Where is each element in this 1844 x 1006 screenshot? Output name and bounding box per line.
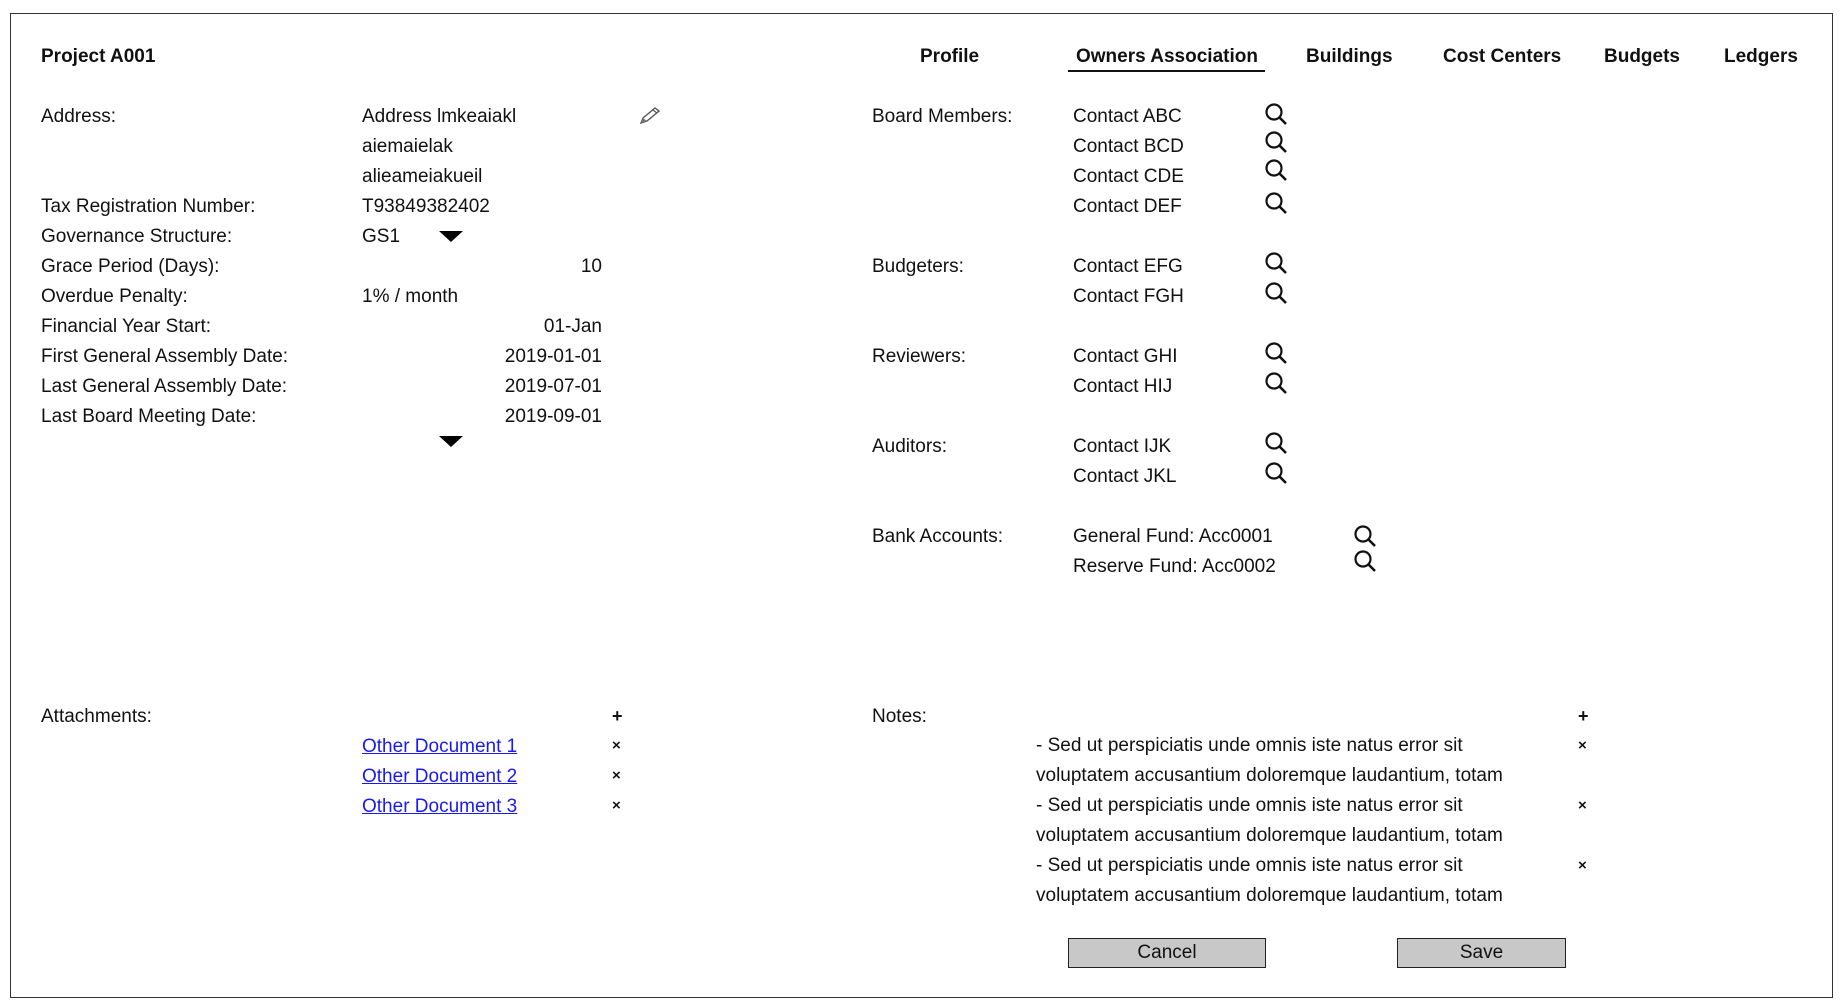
- auditor-2: Contact JKL: [1073, 466, 1177, 487]
- address-line-2: aiemaielak: [362, 136, 453, 157]
- remove-attachment-icon[interactable]: ×: [612, 797, 621, 815]
- search-icon[interactable]: [1263, 281, 1289, 307]
- save-button[interactable]: Save: [1397, 938, 1566, 968]
- page-title: Project A001: [41, 46, 156, 67]
- note-line: voluptatem accusantium doloremque laudan…: [1036, 765, 1503, 786]
- fy-label: Financial Year Start:: [41, 316, 212, 337]
- budgeter-1: Contact EFG: [1073, 256, 1183, 277]
- auditor-1: Contact IJK: [1073, 436, 1172, 457]
- active-tab-underline: [1068, 70, 1265, 72]
- search-icon[interactable]: [1263, 251, 1289, 277]
- auditors-label: Auditors:: [872, 436, 947, 457]
- address-line-1: Address lmkeaiakl: [362, 106, 517, 127]
- reviewers-label: Reviewers:: [872, 346, 966, 367]
- board-member-2: Contact BCD: [1073, 136, 1184, 157]
- last-ga-value: 2019-07-01: [504, 376, 602, 397]
- board-member-4: Contact DEF: [1073, 196, 1182, 217]
- pencil-icon[interactable]: [638, 106, 662, 126]
- cancel-button[interactable]: Cancel: [1068, 938, 1266, 968]
- governance-value[interactable]: GS1: [362, 225, 400, 249]
- search-icon[interactable]: [1263, 191, 1289, 217]
- expand-dropdown-icon[interactable]: [439, 436, 463, 447]
- tab-owners-association[interactable]: Owners Association: [1076, 45, 1258, 69]
- search-icon[interactable]: [1263, 158, 1289, 184]
- tab-ledgers[interactable]: Ledgers: [1724, 45, 1798, 69]
- note-line: voluptatem accusantium doloremque laudan…: [1036, 825, 1503, 846]
- tab-budgets[interactable]: Budgets: [1604, 45, 1680, 69]
- note-line: - Sed ut perspiciatis unde omnis iste na…: [1036, 735, 1463, 756]
- first-ga-value: 2019-01-01: [504, 346, 602, 367]
- penalty-value: 1% / month: [362, 286, 459, 307]
- window-frame: [10, 13, 1833, 998]
- address-line-3: alieameiakueil: [362, 166, 483, 187]
- reviewer-1: Contact GHI: [1073, 346, 1178, 367]
- fy-value: 01-Jan: [543, 316, 602, 337]
- penalty-label: Overdue Penalty:: [41, 286, 188, 307]
- grace-label: Grace Period (Days):: [41, 256, 220, 277]
- attachment-link[interactable]: Other Document 2: [362, 765, 517, 789]
- tax-label: Tax Registration Number:: [41, 196, 256, 217]
- last-ga-label: Last General Assembly Date:: [41, 376, 288, 397]
- note-line: - Sed ut perspiciatis unde omnis iste na…: [1036, 795, 1463, 816]
- governance-dropdown-icon[interactable]: [439, 231, 463, 242]
- search-icon[interactable]: [1352, 524, 1378, 550]
- budgeters-label: Budgeters:: [872, 256, 964, 277]
- add-attachment-icon[interactable]: +: [612, 706, 623, 726]
- address-label: Address:: [41, 106, 116, 127]
- first-ga-label: First General Assembly Date:: [41, 346, 289, 367]
- notes-label: Notes:: [872, 706, 927, 727]
- search-icon[interactable]: [1263, 431, 1289, 457]
- grace-value: 10: [580, 256, 602, 277]
- bank-account-2: Reserve Fund: Acc0002: [1073, 556, 1276, 577]
- tab-profile[interactable]: Profile: [920, 45, 979, 69]
- board-member-1: Contact ABC: [1073, 106, 1182, 127]
- last-board-value: 2019-09-01: [504, 406, 602, 427]
- note-line: voluptatem accusantium doloremque laudan…: [1036, 885, 1503, 906]
- attachment-link[interactable]: Other Document 1: [362, 735, 517, 759]
- remove-note-icon[interactable]: ×: [1578, 857, 1587, 875]
- remove-note-icon[interactable]: ×: [1578, 737, 1587, 755]
- budgeter-2: Contact FGH: [1073, 286, 1184, 307]
- bank-account-1: General Fund: Acc0001: [1073, 526, 1273, 547]
- tab-buildings[interactable]: Buildings: [1306, 45, 1393, 69]
- search-icon[interactable]: [1263, 102, 1289, 128]
- note-line: - Sed ut perspiciatis unde omnis iste na…: [1036, 855, 1463, 876]
- search-icon[interactable]: [1263, 130, 1289, 156]
- tab-cost-centers[interactable]: Cost Centers: [1443, 45, 1561, 69]
- board-member-3: Contact CDE: [1073, 166, 1184, 187]
- search-icon[interactable]: [1352, 549, 1378, 575]
- tax-value: T93849382402: [362, 196, 490, 217]
- governance-label: Governance Structure:: [41, 226, 233, 247]
- remove-note-icon[interactable]: ×: [1578, 797, 1587, 815]
- last-board-label: Last Board Meeting Date:: [41, 406, 257, 427]
- reviewer-2: Contact HIJ: [1073, 376, 1173, 397]
- remove-attachment-icon[interactable]: ×: [612, 767, 621, 785]
- add-note-icon[interactable]: +: [1578, 706, 1589, 726]
- search-icon[interactable]: [1263, 371, 1289, 397]
- attachment-link[interactable]: Other Document 3: [362, 795, 517, 819]
- board-members-label: Board Members:: [872, 106, 1013, 127]
- search-icon[interactable]: [1263, 341, 1289, 367]
- bank-accounts-label: Bank Accounts:: [872, 526, 1003, 547]
- attachments-label: Attachments:: [41, 706, 152, 727]
- search-icon[interactable]: [1263, 461, 1289, 487]
- remove-attachment-icon[interactable]: ×: [612, 737, 621, 755]
